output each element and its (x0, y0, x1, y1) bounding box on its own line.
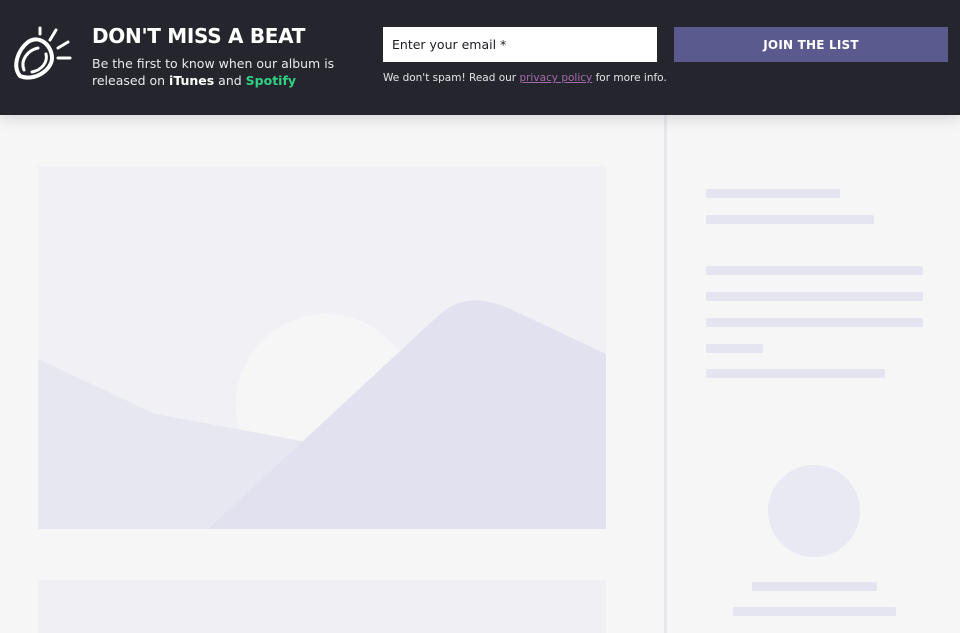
sidebar-skeleton-line (706, 292, 923, 301)
image-placeholder-icon (38, 166, 606, 529)
megaphone-icon (14, 26, 72, 80)
sidebar-skeleton-line (706, 318, 923, 327)
sidebar-skeleton-line (706, 266, 923, 275)
signup-banner: DON'T MISS A BEAT Be the first to know w… (0, 0, 960, 115)
banner-headline: DON'T MISS A BEAT (92, 24, 306, 48)
spotify-label: Spotify (245, 73, 297, 88)
profile-skeleton-line (733, 607, 896, 616)
email-field[interactable] (383, 27, 657, 62)
profile-skeleton-line (752, 582, 877, 591)
sidebar-skeleton-line (706, 189, 840, 198)
column-divider (664, 115, 667, 633)
subtext-and: and (214, 73, 246, 88)
sidebar-skeleton-line (706, 369, 885, 378)
disclaimer-prefix: We don't spam! Read our (383, 72, 520, 84)
sidebar-skeleton-line (706, 215, 874, 224)
banner-subtext: Be the first to know when our album is r… (92, 55, 352, 89)
spam-disclaimer: We don't spam! Read our privacy policy f… (383, 72, 667, 84)
privacy-policy-link[interactable]: privacy policy (519, 72, 592, 84)
itunes-label: iTunes (169, 73, 215, 88)
content-card-placeholder (38, 580, 606, 633)
disclaimer-suffix: for more info. (592, 72, 667, 84)
join-list-button[interactable]: JOIN THE LIST (674, 27, 948, 62)
avatar-placeholder (768, 465, 860, 557)
sidebar-skeleton-line (706, 344, 763, 353)
